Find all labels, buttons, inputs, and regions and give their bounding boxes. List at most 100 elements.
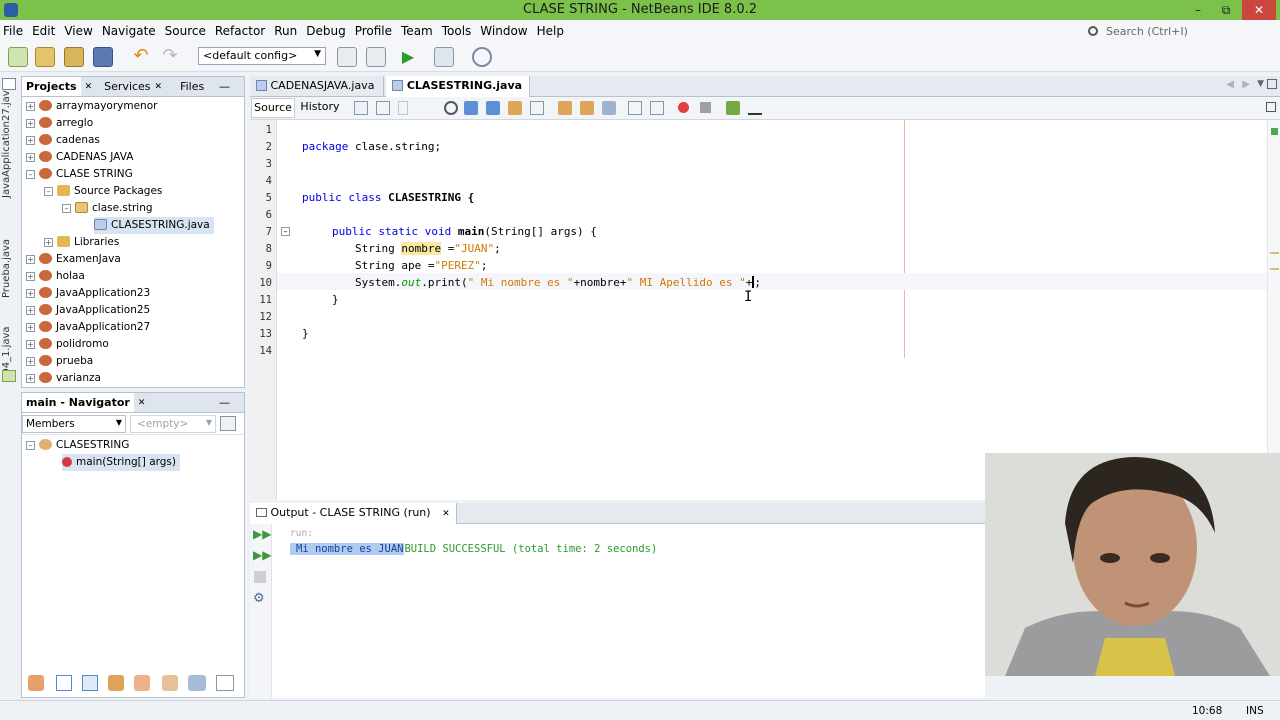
run-icon[interactable]: ▶ <box>398 47 418 67</box>
side-tab-javaapplication27[interactable]: JavaApplication27.java <box>1 84 12 198</box>
filter-inherited-icon[interactable] <box>134 675 150 691</box>
tree-item[interactable]: – clase.string <box>62 200 153 217</box>
close-button[interactable]: ✕ <box>1242 0 1276 20</box>
toggle-highlight-icon[interactable] <box>508 101 522 115</box>
toggle-rect-select-icon[interactable] <box>530 101 544 115</box>
settings-icon[interactable]: ⚙ <box>253 592 268 606</box>
tree-item[interactable]: + cadenas <box>26 132 100 149</box>
filter-fields-icon[interactable] <box>56 675 72 691</box>
expand-icon[interactable]: + <box>26 323 35 332</box>
search-box[interactable]: Search (Ctrl+I) <box>1088 22 1268 40</box>
expand-icon[interactable]: + <box>26 374 35 383</box>
scroll-tabs-left-icon[interactable]: ◀ <box>1226 79 1234 90</box>
toggle-bookmark-icon[interactable] <box>602 101 616 115</box>
output-panel[interactable]: run: Mi nombre es JUANBUILD SUCCESSFUL (… <box>250 524 985 698</box>
side-strip-icon-bottom[interactable] <box>2 370 16 382</box>
collapse-icon[interactable]: – <box>26 170 35 179</box>
tree-item[interactable]: – CLASE STRING <box>26 166 133 183</box>
new-project-icon[interactable] <box>35 47 55 67</box>
clean-build-icon[interactable] <box>366 47 386 67</box>
menu-debug[interactable]: Debug <box>306 24 345 38</box>
shift-left-icon[interactable] <box>628 101 642 115</box>
shift-right-icon[interactable] <box>650 101 664 115</box>
tree-item[interactable]: + arraymayorymenor <box>26 98 157 115</box>
tree-item[interactable]: + polidromo <box>26 336 109 353</box>
expand-icon[interactable]: + <box>26 153 35 162</box>
editor-tab-cadenasjava[interactable]: CADENASJAVA.java ✕ <box>250 76 384 112</box>
tree-item[interactable]: + holaa <box>26 268 85 285</box>
expand-icon[interactable]: + <box>26 255 35 264</box>
back-icon[interactable] <box>376 101 390 115</box>
expand-icon[interactable]: + <box>26 119 35 128</box>
minimize-panel-icon[interactable]: — <box>219 80 230 93</box>
maximize-button[interactable]: ⧉ <box>1212 0 1240 20</box>
new-file-icon[interactable] <box>8 47 28 67</box>
tree-item[interactable]: – Source Packages <box>44 183 162 200</box>
tree-item[interactable]: + JavaApplication27 <box>26 319 150 336</box>
close-icon[interactable]: ✕ <box>155 82 163 92</box>
source-button[interactable]: Source <box>251 98 295 118</box>
empty-select[interactable]: <empty> ▼ <box>130 415 216 433</box>
tree-item[interactable]: + JavaApplication25 <box>26 302 150 319</box>
collapse-icon[interactable]: – <box>62 204 71 213</box>
tab-files[interactable]: Files <box>180 80 204 93</box>
menu-help[interactable]: Help <box>537 24 564 38</box>
save-all-icon[interactable] <box>93 47 113 67</box>
tree-item[interactable]: + varianza <box>26 370 101 387</box>
menu-tools[interactable]: Tools <box>442 24 472 38</box>
expand-icon[interactable]: + <box>26 272 35 281</box>
minimize-panel-icon[interactable]: — <box>219 396 230 409</box>
side-tab-prueba[interactable]: Prueba.java <box>1 239 12 298</box>
side-tab-d4-1[interactable]: D4_1.java <box>1 326 12 376</box>
menu-run[interactable]: Run <box>274 24 297 38</box>
navigator-method[interactable]: main(String[] args) <box>62 454 180 471</box>
tree-item[interactable]: + CADENAS JAVA <box>26 149 133 166</box>
tab-navigator[interactable]: main - Navigator <box>22 393 134 412</box>
undo-icon[interactable]: ↶ <box>131 47 151 67</box>
maximize-editor-icon[interactable] <box>1267 79 1277 89</box>
menu-team[interactable]: Team <box>401 24 433 38</box>
sort-source-icon[interactable] <box>188 675 206 691</box>
side-strip-icon[interactable] <box>2 78 16 90</box>
debug-icon[interactable] <box>434 47 454 67</box>
expand-icon[interactable]: + <box>44 238 53 247</box>
scroll-tabs-right-icon[interactable]: ▶ <box>1242 79 1250 90</box>
tree-item[interactable]: + ExamenJava <box>26 251 121 268</box>
config-select[interactable]: <default config> ▼ <box>198 47 326 65</box>
menu-window[interactable]: Window <box>480 24 527 38</box>
filter-icon[interactable] <box>28 675 44 691</box>
expand-icon[interactable]: + <box>26 306 35 315</box>
build-icon[interactable] <box>337 47 357 67</box>
diff-icon[interactable] <box>748 101 762 115</box>
find-icon[interactable] <box>444 101 458 115</box>
menu-source[interactable]: Source <box>165 24 206 38</box>
close-icon[interactable]: ✕ <box>138 398 146 408</box>
close-icon[interactable]: ✕ <box>442 509 450 519</box>
minimize-button[interactable]: – <box>1184 0 1212 20</box>
find-previous-icon[interactable] <box>464 101 478 115</box>
members-select[interactable]: Members ▼ <box>22 415 126 433</box>
tab-list-icon[interactable]: ▼ <box>1257 79 1264 89</box>
open-project-icon[interactable] <box>64 47 84 67</box>
editor-tab-clasestring[interactable]: CLASESTRING.java ✕ <box>386 76 530 112</box>
tree-item[interactable]: + prueba <box>26 353 93 370</box>
javadoc-icon[interactable] <box>216 675 234 691</box>
next-bookmark-icon[interactable] <box>580 101 594 115</box>
filter-nonpublic-icon[interactable] <box>108 675 124 691</box>
start-macro-icon[interactable] <box>678 102 689 113</box>
collapse-icon[interactable]: – <box>26 441 35 450</box>
menu-navigate[interactable]: Navigate <box>102 24 156 38</box>
rerun-icon[interactable]: ▶▶ <box>253 528 271 541</box>
output-tab[interactable]: Output - CLASE STRING (run) ✕ <box>250 503 457 524</box>
expand-icon[interactable]: + <box>26 357 35 366</box>
tab-services[interactable]: Services <box>104 80 150 93</box>
tab-projects[interactable]: Projects <box>22 77 81 96</box>
rerun-different-params-icon[interactable]: ▶▶ <box>253 549 271 562</box>
history-button[interactable]: History <box>299 98 341 118</box>
menu-view[interactable]: View <box>64 24 92 38</box>
stop-macro-icon[interactable] <box>700 102 711 113</box>
previous-bookmark-icon[interactable] <box>558 101 572 115</box>
sort-name-icon[interactable] <box>162 675 178 691</box>
tree-item[interactable]: CLASESTRING.java <box>94 217 214 234</box>
collapse-icon[interactable]: – <box>44 187 53 196</box>
